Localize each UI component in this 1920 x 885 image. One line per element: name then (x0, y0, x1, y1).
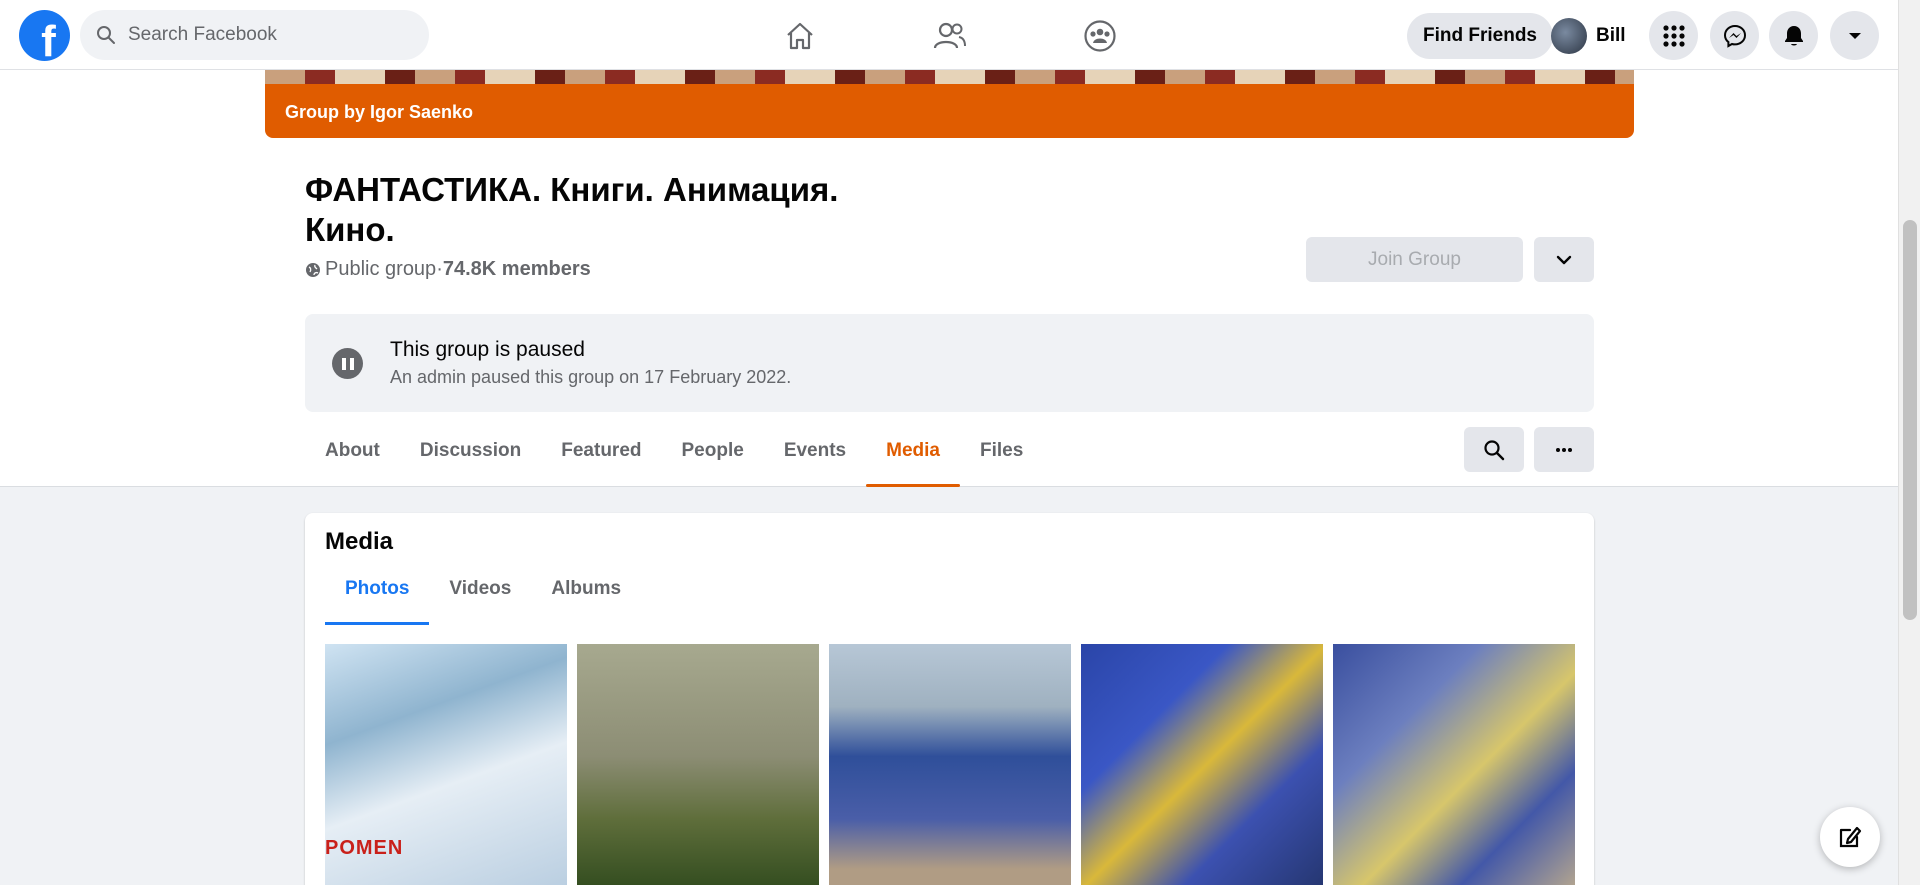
photo-thumbnail[interactable] (1333, 644, 1575, 885)
photo-thumbnail[interactable] (577, 644, 819, 885)
photo-thumbnail[interactable]: POMEN (325, 644, 567, 885)
cover-photo[interactable] (265, 70, 1634, 84)
join-group-button[interactable]: Join Group (1306, 237, 1523, 282)
group-title[interactable]: ФАНТАСТИКА. Книги. Анимация. Кино. (305, 170, 905, 250)
tab-files[interactable]: Files (960, 425, 1043, 487)
find-friends-button[interactable]: Find Friends (1407, 13, 1553, 59)
menu-button[interactable] (1649, 11, 1698, 60)
photo-thumbnail[interactable] (1081, 644, 1323, 885)
paused-title: This group is paused (390, 338, 585, 361)
tab-people[interactable]: People (662, 425, 764, 487)
media-subtabs: Photos Videos Albums (325, 563, 641, 625)
photo-poster-text: POMEN (325, 837, 404, 859)
tab-about[interactable]: About (305, 425, 400, 487)
search-bar[interactable]: Search Facebook (80, 10, 429, 60)
group-options-dropdown[interactable] (1534, 237, 1594, 282)
group-tabs: About Discussion Featured People Events … (305, 425, 1043, 487)
page-scrollbar[interactable] (1898, 0, 1920, 885)
globe-icon (306, 262, 320, 277)
paused-notice: This group is paused An admin paused thi… (305, 314, 1594, 412)
messenger-button[interactable] (1710, 11, 1759, 60)
account-button[interactable] (1830, 11, 1879, 60)
avatar (1551, 18, 1587, 54)
tab-featured[interactable]: Featured (541, 425, 661, 487)
facebook-logo-glyph: f (41, 17, 56, 61)
tab-media[interactable]: Media (866, 425, 960, 487)
facebook-logo[interactable]: f (19, 10, 70, 61)
grid-menu-icon (1662, 24, 1685, 47)
media-title: Media (325, 528, 394, 555)
more-options-button[interactable] (1534, 427, 1594, 472)
bell-icon (1784, 25, 1803, 45)
meta-separator: · (436, 258, 443, 280)
group-members-count[interactable]: 74.8K members (443, 258, 591, 281)
search-icon (97, 26, 115, 44)
subtab-photos[interactable]: Photos (325, 563, 430, 625)
profile-button[interactable]: Bill (1551, 13, 1626, 59)
pause-icon (332, 348, 363, 379)
group-meta: Public group · 74.8K members (305, 258, 591, 281)
profile-name: Bill (1596, 25, 1626, 46)
group-owner-banner: Group by Igor Saenko (265, 84, 1634, 138)
search-input[interactable]: Search Facebook (128, 24, 277, 46)
subtab-albums[interactable]: Albums (531, 563, 641, 625)
compose-icon (1839, 826, 1862, 848)
photo-thumbnail[interactable] (829, 644, 1071, 885)
chevron-down-icon (1556, 255, 1572, 264)
tab-events[interactable]: Events (764, 425, 866, 487)
home-icon[interactable] (778, 14, 822, 58)
search-icon (1484, 439, 1505, 460)
top-navigation: f Search Facebook Find Friends Bill (0, 0, 1898, 70)
groups-icon[interactable] (1078, 14, 1122, 58)
friends-icon[interactable] (928, 14, 972, 58)
more-horizontal-icon (1556, 447, 1572, 452)
messenger-icon (1723, 24, 1746, 48)
paused-subtitle: An admin paused this group on 17 Februar… (390, 367, 792, 387)
notifications-button[interactable] (1769, 11, 1818, 60)
subtab-videos[interactable]: Videos (429, 563, 531, 625)
tab-discussion[interactable]: Discussion (400, 425, 541, 487)
group-privacy: Public group (325, 258, 437, 280)
group-search-button[interactable] (1464, 427, 1524, 472)
caret-down-icon (1848, 32, 1861, 39)
new-message-button[interactable] (1820, 807, 1880, 867)
scrollbar-thumb[interactable] (1903, 220, 1917, 620)
media-section: Media Photos Videos Albums POMEN (305, 513, 1594, 885)
